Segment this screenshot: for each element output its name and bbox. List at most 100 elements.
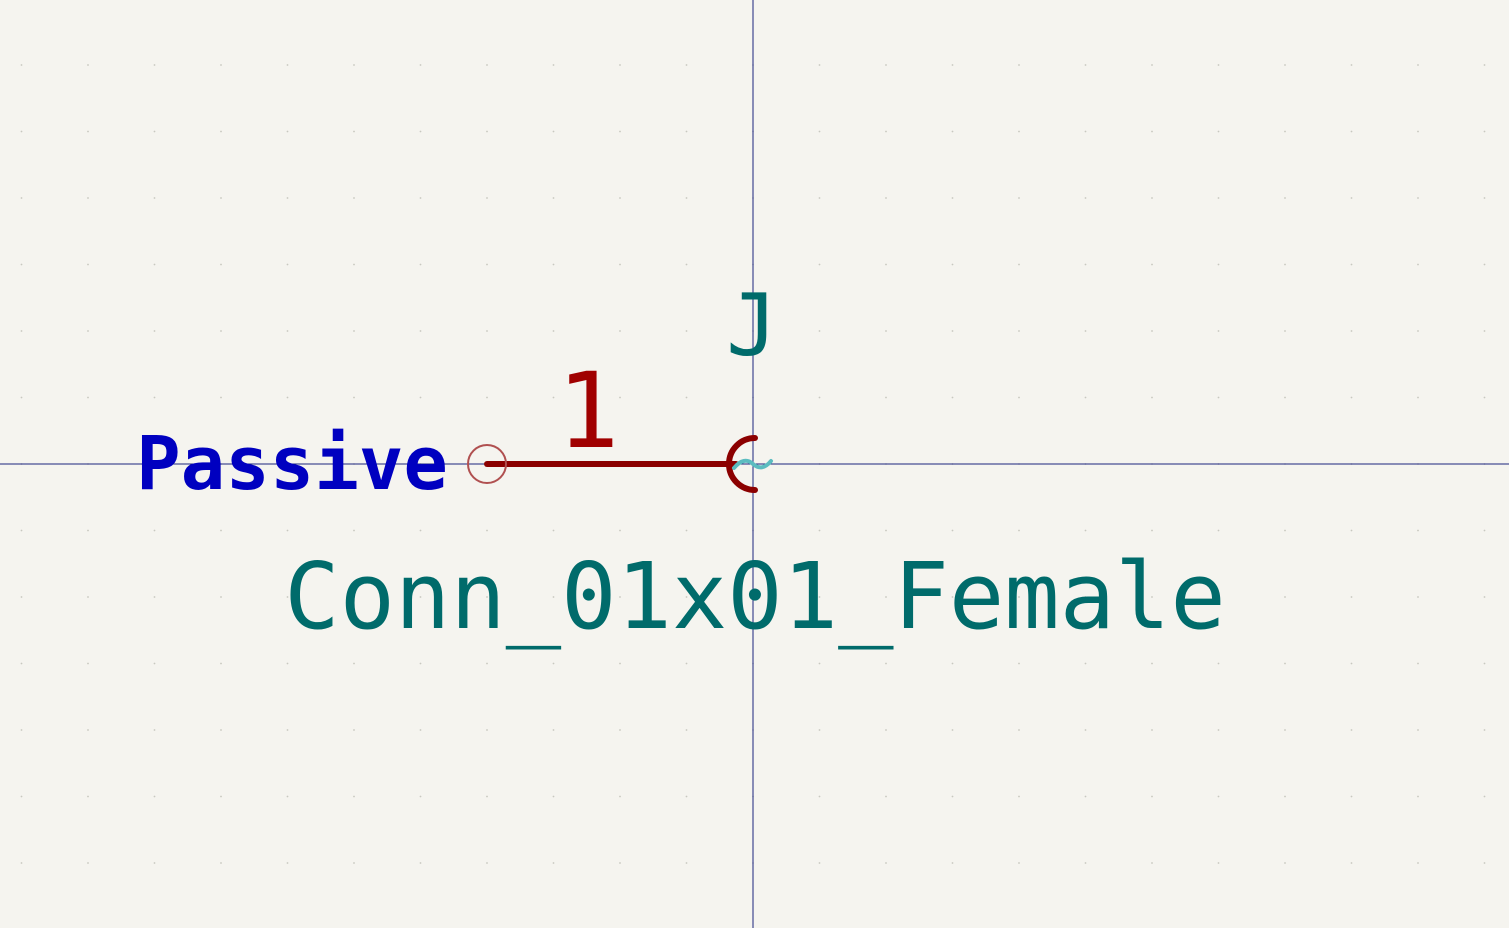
grid-dot <box>1350 862 1353 864</box>
grid-dot <box>619 197 621 199</box>
grid-dot <box>87 130 89 133</box>
grid-dot <box>1151 130 1153 133</box>
grid-dot <box>818 64 821 66</box>
grid-dot <box>486 529 488 532</box>
grid-dot <box>419 662 422 665</box>
grid-dot <box>220 64 222 66</box>
symbol-value[interactable]: Conn_01x01_Female <box>284 543 1226 650</box>
grid-dot <box>951 64 954 66</box>
grid-dot <box>1018 729 1020 731</box>
grid-dot <box>885 862 887 864</box>
grid-dot <box>818 862 821 864</box>
grid-dot <box>419 263 422 266</box>
grid-dot <box>1284 263 1286 266</box>
grid-dot <box>153 330 156 332</box>
grid-dot <box>286 263 289 266</box>
grid-dot <box>1483 662 1486 665</box>
grid-dot <box>1217 130 1220 133</box>
grid-dot <box>20 263 23 266</box>
grid-dot <box>1084 662 1087 665</box>
grid-dot <box>1151 330 1153 332</box>
grid-dot <box>552 263 555 266</box>
schematic-canvas[interactable]: J 1 Passive Conn_01x01_Female <box>0 0 1509 928</box>
grid-dot <box>552 330 555 332</box>
grid-dot <box>20 64 23 66</box>
grid-dot <box>1084 263 1087 266</box>
grid-dot <box>685 197 688 199</box>
grid-dot <box>951 263 954 266</box>
grid-dot <box>1483 729 1486 731</box>
grid-dot <box>486 130 488 133</box>
grid-dot <box>353 795 355 798</box>
grid-dot <box>1483 529 1486 532</box>
grid-dot <box>353 729 355 731</box>
grid-dot <box>1018 64 1020 66</box>
grid-dot <box>1483 596 1486 598</box>
grid-dot <box>1483 862 1486 864</box>
grid-dot <box>20 862 23 864</box>
grid-dot <box>552 396 555 399</box>
grid-dot <box>1284 529 1286 532</box>
grid-dot <box>552 197 555 199</box>
grid-dot <box>619 795 621 798</box>
grid-dot <box>885 662 887 665</box>
grid-dot <box>419 396 422 399</box>
grid-dot <box>486 862 488 864</box>
grid-dot <box>1217 662 1220 665</box>
grid-dot <box>353 197 355 199</box>
grid-dot <box>1151 529 1153 532</box>
grid-dot <box>1217 729 1220 731</box>
grid-dot <box>1483 795 1486 798</box>
grid-dot <box>1018 862 1020 864</box>
grid-dot <box>220 596 222 598</box>
grid-dot <box>286 197 289 199</box>
grid-dot <box>552 529 555 532</box>
grid-dot <box>486 662 488 665</box>
grid-dot <box>1151 795 1153 798</box>
grid-dot <box>552 729 555 731</box>
grid-dot <box>87 529 89 532</box>
grid-dot <box>1217 197 1220 199</box>
grid-dot <box>20 729 23 731</box>
grid-dot <box>220 263 222 266</box>
grid-dot <box>818 330 821 332</box>
grid-dot <box>353 662 355 665</box>
grid-dot <box>1417 263 1419 266</box>
grid-dot <box>353 862 355 864</box>
grid-dot <box>685 729 688 731</box>
grid-dot <box>1284 795 1286 798</box>
grid-dot <box>220 130 222 133</box>
grid-dot <box>419 795 422 798</box>
grid-dot <box>87 596 89 598</box>
grid-dot <box>153 64 156 66</box>
grid-dot <box>353 130 355 133</box>
grid-dot <box>353 64 355 66</box>
grid-dot <box>619 529 621 532</box>
grid-dot <box>1350 64 1353 66</box>
grid-dot <box>220 729 222 731</box>
grid-dot <box>1217 795 1220 798</box>
grid-dot <box>1417 729 1419 731</box>
grid-dot <box>419 330 422 332</box>
grid-dot <box>286 795 289 798</box>
grid-dot <box>1350 529 1353 532</box>
grid-dot <box>1417 529 1419 532</box>
grid-dot <box>685 862 688 864</box>
grid-dot <box>1350 330 1353 332</box>
grid-dot <box>619 64 621 66</box>
grid-dot <box>818 396 821 399</box>
grid-dot <box>885 64 887 66</box>
grid-dot <box>153 263 156 266</box>
grid-dot <box>419 529 422 532</box>
reference-designator[interactable]: J <box>726 276 778 376</box>
grid-dot <box>1350 596 1353 598</box>
grid-dot <box>1284 330 1286 332</box>
grid-dot <box>1084 795 1087 798</box>
grid-dot <box>818 263 821 266</box>
grid-dot <box>818 197 821 199</box>
grid-dot <box>220 197 222 199</box>
grid-dot <box>552 862 555 864</box>
grid-dot <box>153 197 156 199</box>
grid-dot <box>619 662 621 665</box>
grid-dot <box>1018 662 1020 665</box>
